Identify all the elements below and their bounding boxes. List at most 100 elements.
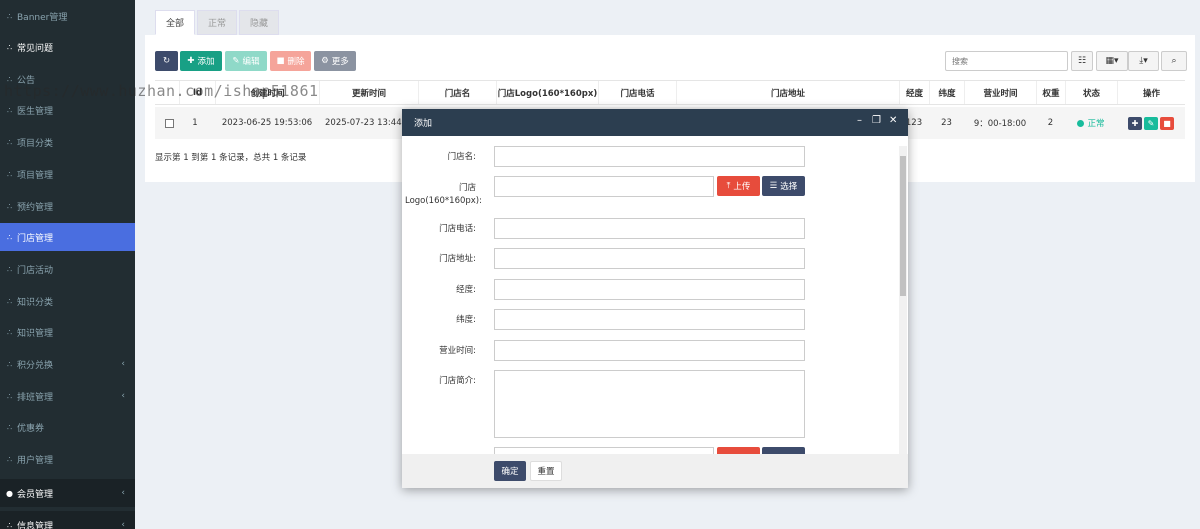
header-weight[interactable]: 权重 xyxy=(1036,81,1065,104)
add-label: 添加 xyxy=(197,57,215,67)
logo-input[interactable] xyxy=(494,176,714,197)
phone-input[interactable] xyxy=(494,218,805,239)
sidebar-item-label: 知识分类 xyxy=(17,297,54,308)
reset-button[interactable]: 重置 xyxy=(530,461,562,481)
scrollbar-thumb[interactable] xyxy=(900,156,906,296)
sidebar-item-doctor[interactable]: ∴ 医生管理 xyxy=(0,96,135,124)
sidebar-item-label: 优惠券 xyxy=(17,423,45,434)
header-status[interactable]: 状态 xyxy=(1065,81,1117,104)
header-address[interactable]: 门店地址 xyxy=(676,81,899,104)
advanced-search-button[interactable]: ⌕ xyxy=(1161,51,1187,71)
sitemap-icon: ∴ xyxy=(6,42,13,52)
sidebar-item-knowledge-category[interactable]: ∴ 知识分类 xyxy=(0,287,135,315)
choose-button[interactable]: ☰ 选择 xyxy=(762,176,805,196)
row-drag-icon[interactable]: ✚ xyxy=(1128,116,1142,130)
sitemap-icon: ∴ xyxy=(6,327,13,337)
sidebar-item-info[interactable]: ∴ 信息管理 ‹ xyxy=(0,511,135,529)
upload-icon: ⤒ xyxy=(726,181,731,191)
cell-hours: 9：00-18:00 xyxy=(973,119,1027,129)
choose-button-2[interactable] xyxy=(762,447,805,454)
header-lng[interactable]: 经度 xyxy=(899,81,929,104)
sitemap-icon: ∴ xyxy=(6,232,13,242)
edit-button[interactable]: ✎ 编辑 xyxy=(225,51,267,71)
sidebar-item-label: 排班管理 xyxy=(17,392,54,403)
sidebar-item-user[interactable]: ∴ 用户管理 xyxy=(0,445,135,473)
search-icon: ⌕ xyxy=(1171,56,1177,66)
download-icon: ⤓▾ xyxy=(1139,56,1148,66)
minimize-icon[interactable]: – xyxy=(857,115,862,126)
add-store-modal: 添加 – ❐ ✕ 门店名: 门店 Logo(160*160px): ⤒ 上传 ☰ 选… xyxy=(402,109,908,488)
add-button[interactable]: ✚ 添加 xyxy=(180,51,222,71)
sidebar-item-label: 医生管理 xyxy=(17,106,54,117)
sitemap-icon: ∴ xyxy=(6,359,13,369)
sidebar-item-label: 门店活动 xyxy=(17,265,54,276)
upload-button-2[interactable] xyxy=(717,447,760,454)
sidebar-item-member[interactable]: ● 会员管理 ‹ xyxy=(0,479,135,507)
user-circle-icon: ● xyxy=(6,488,13,498)
choose-label: 选择 xyxy=(780,182,798,192)
header-name[interactable]: 门店名 xyxy=(418,81,496,104)
lng-input[interactable] xyxy=(494,279,805,300)
sitemap-icon: ∴ xyxy=(6,169,13,179)
header-actions: 操作 xyxy=(1117,81,1185,104)
more-button[interactable]: ⚙ 更多 xyxy=(314,51,356,71)
tab-all[interactable]: 全部 xyxy=(155,10,196,35)
sidebar-item-store[interactable]: ∴ 门店管理 xyxy=(0,223,135,251)
header-lat[interactable]: 纬度 xyxy=(929,81,964,104)
refresh-button[interactable]: ↻ xyxy=(155,51,178,71)
status-dot-icon xyxy=(1077,119,1085,127)
list-icon: ☰ xyxy=(769,181,778,191)
tab-hidden[interactable]: 隐藏 xyxy=(239,10,280,35)
columns-button[interactable]: ▦▾ xyxy=(1096,51,1128,71)
table-view-button[interactable]: ☷ xyxy=(1071,51,1093,71)
cell-id: 1 xyxy=(192,118,198,128)
header-hours[interactable]: 营业时间 xyxy=(964,81,1036,104)
sidebar-item-coupon[interactable]: ∴ 优惠券 xyxy=(0,413,135,441)
sidebar-item-label: 用户管理 xyxy=(17,455,54,466)
sidebar-item-schedule[interactable]: ∴ 排班管理 ‹ xyxy=(0,382,135,410)
sidebar-item-label: 常见问题 xyxy=(17,43,54,54)
sitemap-icon: ∴ xyxy=(6,454,13,464)
intro-textarea[interactable] xyxy=(494,370,805,438)
delete-button[interactable]: ■ 删除 xyxy=(270,51,311,71)
gear-icon: ⚙ xyxy=(321,56,329,66)
header-logo[interactable]: 门店Logo(160*160px) xyxy=(496,81,598,104)
sidebar-item-label: 会员管理 xyxy=(17,489,54,500)
sitemap-icon: ∴ xyxy=(6,201,13,211)
name-input[interactable] xyxy=(494,146,805,167)
sidebar-item-appointment[interactable]: ∴ 预约管理 xyxy=(0,192,135,220)
sidebar-item-points[interactable]: ∴ 积分兑换 ‹ xyxy=(0,350,135,378)
modal-title: 添加 xyxy=(414,119,433,129)
header-updated[interactable]: 更新时间 xyxy=(319,81,418,104)
sidebar-item-project[interactable]: ∴ 项目管理 xyxy=(0,160,135,188)
edit-label: 编辑 xyxy=(242,57,260,67)
address-input[interactable] xyxy=(494,248,805,269)
chevron-left-icon: ‹ xyxy=(121,359,125,369)
export-button[interactable]: ⤓▾ xyxy=(1128,51,1159,71)
sidebar-item-project-category[interactable]: ∴ 项目分类 xyxy=(0,128,135,156)
sidebar-item-label: 预约管理 xyxy=(17,202,54,213)
sidebar-item-store-activity[interactable]: ∴ 门店活动 xyxy=(0,255,135,283)
lat-input[interactable] xyxy=(494,309,805,330)
sidebar-item-knowledge[interactable]: ∴ 知识管理 xyxy=(0,318,135,346)
cell-created: 2023-06-25 19:53:06 xyxy=(221,118,313,128)
tab-normal[interactable]: 正常 xyxy=(197,10,238,35)
upload-label: 上传 xyxy=(733,182,751,192)
maximize-icon[interactable]: ❐ xyxy=(872,115,881,126)
header-phone[interactable]: 门店电话 xyxy=(598,81,676,104)
search-input[interactable] xyxy=(945,51,1068,71)
close-icon[interactable]: ✕ xyxy=(889,115,897,126)
sidebar-item-faq[interactable]: ∴ 常见问题 xyxy=(0,33,135,61)
image-input[interactable] xyxy=(494,447,714,454)
modal-scrollbar[interactable] xyxy=(899,146,907,454)
upload-button[interactable]: ⤒ 上传 xyxy=(717,176,760,196)
intro-label: 门店简介: xyxy=(439,376,476,386)
plus-icon: ✚ xyxy=(187,56,195,66)
sidebar-item-banner[interactable]: ∴ Banner管理 xyxy=(0,2,135,30)
sitemap-icon: ∴ xyxy=(6,520,13,529)
row-checkbox[interactable] xyxy=(155,107,183,139)
confirm-button[interactable]: 确定 xyxy=(494,461,526,481)
row-edit-icon[interactable]: ✎ xyxy=(1144,116,1158,130)
row-delete-icon[interactable]: ■ xyxy=(1160,116,1174,130)
hours-input[interactable] xyxy=(494,340,805,361)
